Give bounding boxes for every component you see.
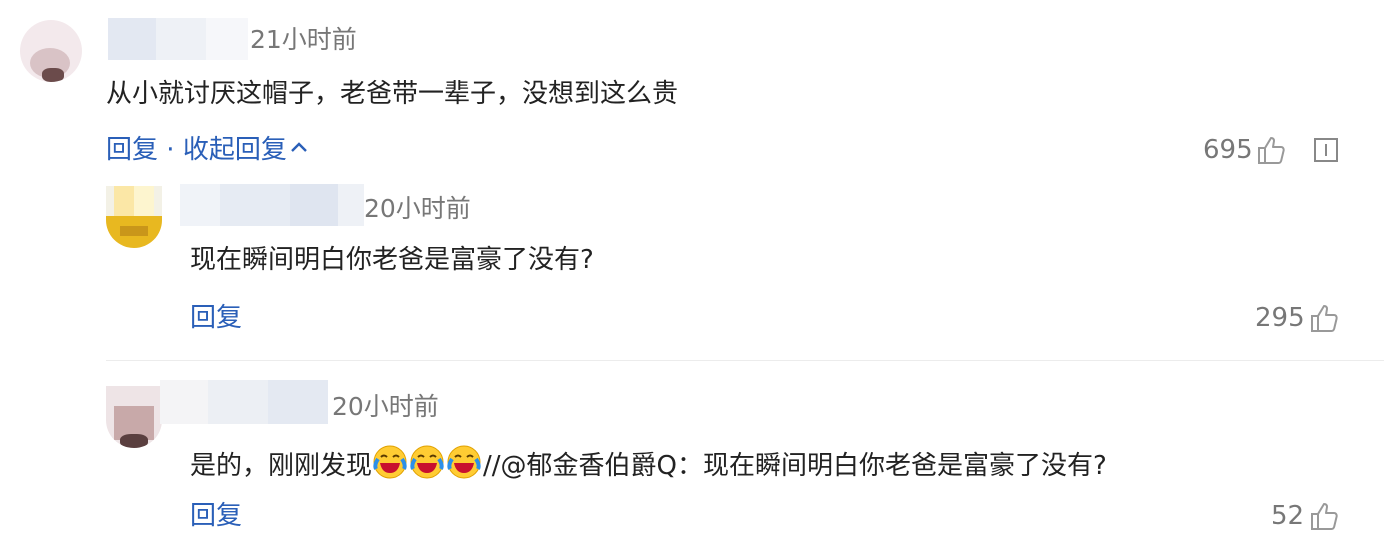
thumbs-up-icon[interactable] — [1255, 134, 1287, 166]
collapse-replies-button[interactable]: 收起回复 — [183, 135, 287, 165]
comment-text: 从小就讨厌这帽子，老爸带一辈子，没想到这么贵 — [106, 79, 679, 109]
crying-laughing-emoji-icon — [410, 445, 444, 479]
comment-time: 21小时前 — [250, 25, 357, 54]
username-blurred[interactable] — [108, 18, 248, 60]
reply-button[interactable]: 回复 — [190, 500, 242, 532]
reply-text: 现在瞬间明白你老爸是富豪了没有? — [190, 245, 594, 275]
like-count: 695 — [1203, 135, 1253, 165]
avatar[interactable] — [106, 386, 162, 448]
username-blurred[interactable] — [160, 380, 328, 424]
divider — [106, 360, 1384, 361]
chevron-up-icon[interactable] — [289, 138, 309, 158]
thumbs-up-icon[interactable] — [1308, 500, 1340, 532]
comment-text-before: 是的，刚刚发现 — [190, 451, 373, 481]
avatar[interactable] — [20, 20, 82, 82]
report-icon[interactable] — [1314, 138, 1338, 162]
reply-button[interactable]: 回复 — [190, 302, 242, 334]
comment-text-after: //@郁金香伯爵Q：现在瞬间明白你老爸是富豪了没有? — [483, 451, 1107, 481]
reply-button[interactable]: 回复 — [106, 135, 158, 165]
comment-actions: 回复 · 收起回复 — [106, 134, 309, 166]
thumbs-up-icon[interactable] — [1308, 302, 1340, 334]
reply-time: 20小时前 — [364, 194, 471, 223]
crying-laughing-emoji-icon — [447, 445, 481, 479]
crying-laughing-emoji-icon — [373, 445, 407, 479]
avatar[interactable] — [106, 186, 162, 248]
action-separator: · — [158, 135, 183, 165]
username-blurred[interactable] — [180, 184, 364, 226]
comment-thread: 21小时前 从小就讨厌这帽子，老爸带一辈子，没想到这么贵 回复 · 收起回复 6… — [0, 0, 1384, 554]
like-count: 295 — [1255, 303, 1305, 333]
comment-text: 是的，刚刚发现 //@郁金香伯爵Q：现在瞬间明白你老爸是富豪了没有? — [190, 444, 1107, 482]
comment-time: 20小时前 — [332, 392, 439, 421]
like-count: 52 — [1271, 501, 1305, 531]
